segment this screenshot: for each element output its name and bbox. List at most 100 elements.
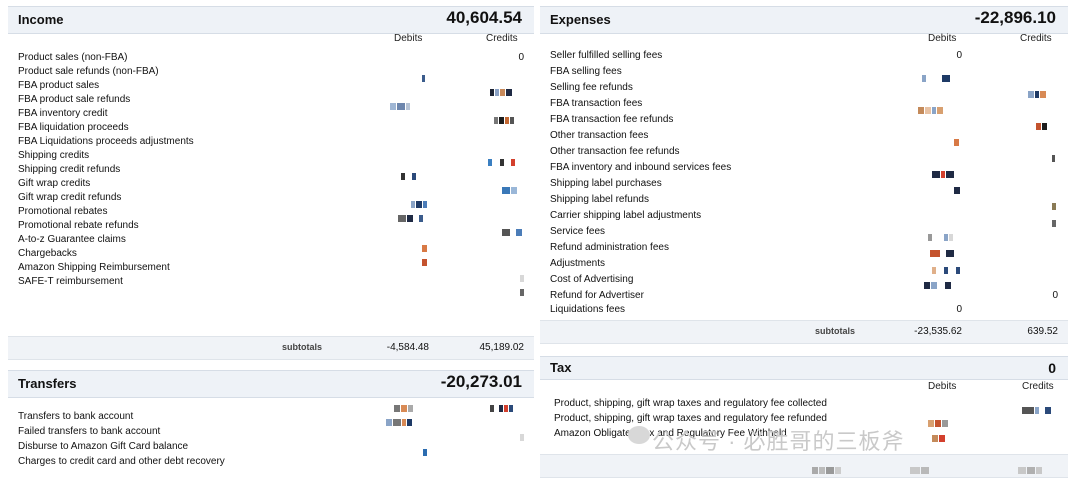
redacted-value	[520, 283, 525, 296]
tax-panel: Tax 0 Debits Credits Product, shipping, …	[540, 356, 1068, 482]
income-col-debits: Debits	[394, 33, 423, 44]
redacted-value	[1022, 401, 1052, 414]
income-panel: Income 40,604.54 Debits Credits Product …	[8, 6, 534, 360]
income-row: Promotional rebates	[18, 206, 108, 217]
redacted-value	[520, 269, 525, 282]
income-row: FBA product sale refunds	[18, 94, 131, 105]
redacted-value	[1052, 214, 1057, 227]
transfers-panel: Transfers -20,273.01 Transfers to bank a…	[8, 370, 534, 482]
expenses-col-debits: Debits	[928, 33, 957, 44]
income-row: A-to-z Guarantee claims	[18, 234, 126, 245]
expenses-row: Service fees	[550, 226, 606, 237]
income-title: Income	[18, 12, 64, 27]
income-row: FBA liquidation proceeds	[18, 122, 129, 133]
redacted-value	[411, 195, 428, 208]
expenses-subtotal-label: subtotals	[815, 326, 856, 336]
redacted-value	[922, 69, 951, 82]
redacted-value	[954, 133, 960, 146]
income-row: FBA inventory credit	[18, 108, 108, 119]
expenses-first-debit: 0	[956, 50, 962, 61]
redacted-value	[490, 399, 514, 412]
redacted-value	[502, 181, 518, 194]
redacted-value	[422, 239, 428, 252]
expenses-title: Expenses	[550, 12, 611, 27]
expenses-row: Liquidations fees	[550, 304, 626, 315]
expenses-subtotal-credits: 639.52	[1027, 326, 1058, 337]
income-first-credit: 0	[518, 52, 524, 63]
tax-col-credits: Credits	[1022, 381, 1054, 392]
income-row: Gift wrap credits	[18, 178, 91, 189]
redacted-value	[932, 429, 946, 442]
transfers-total: -20,273.01	[440, 372, 522, 391]
redacted-value	[502, 223, 523, 236]
tax-col-debits: Debits	[928, 381, 957, 392]
income-subtotal-label: subtotals	[282, 342, 323, 352]
income-row: FBA Liquidations proceeds adjustments	[18, 136, 194, 147]
income-row: Product sales (non-FBA)	[18, 52, 128, 63]
expenses-subtotal-debits: -23,535.62	[914, 326, 962, 337]
redacted-value	[390, 97, 411, 110]
tax-row: Product, shipping, gift wrap taxes and r…	[554, 413, 827, 424]
tax-row: Product, shipping, gift wrap taxes and r…	[554, 398, 827, 409]
expenses-col-credits: Credits	[1020, 33, 1052, 44]
income-total: 40,604.54	[446, 8, 522, 27]
expenses-row: FBA selling fees	[550, 66, 622, 77]
watermark-text: 公众号 · 必胜哥的三板斧	[652, 429, 905, 454]
redacted-value	[488, 153, 516, 166]
income-row: Promotional rebate refunds	[18, 220, 139, 231]
redacted-value	[386, 413, 413, 426]
redacted-value	[924, 276, 952, 289]
expenses-refund-adv-credit: 0	[1052, 290, 1058, 301]
redacted-value	[930, 244, 955, 257]
income-row: SAFE-T reimbursement	[18, 276, 123, 287]
expenses-row: Selling fee refunds	[550, 82, 633, 93]
redacted-value	[422, 69, 426, 82]
redacted-value	[398, 209, 424, 222]
tax-title: Tax	[550, 360, 572, 375]
expenses-row: Adjustments	[550, 258, 606, 269]
transfers-header: Transfers -20,273.01	[8, 370, 534, 398]
transfers-row: Disburse to Amazon Gift Card balance	[18, 441, 189, 452]
redacted-value	[918, 101, 944, 114]
expenses-header: Expenses -22,896.10	[540, 6, 1068, 34]
income-row: Amazon Shipping Reimbursement	[18, 262, 170, 273]
expenses-row: Other transaction fee refunds	[550, 146, 680, 157]
redacted-value	[422, 253, 428, 266]
tax-subtotal-band	[540, 454, 1068, 478]
income-subtotal-credits: 45,189.02	[479, 342, 525, 353]
expenses-row: FBA transaction fee refunds	[550, 114, 674, 125]
expenses-row: FBA transaction fees	[550, 98, 643, 109]
income-row: Shipping credit refunds	[18, 164, 121, 175]
redacted-value	[1028, 85, 1047, 98]
expenses-row: Shipping label refunds	[550, 194, 649, 205]
expenses-row: Shipping label purchases	[550, 178, 662, 189]
expenses-row: Seller fulfilled selling fees	[550, 50, 663, 61]
income-col-credits: Credits	[486, 33, 518, 44]
redacted-value	[394, 399, 414, 412]
income-row: Gift wrap credit refunds	[18, 192, 122, 203]
transfers-row: Charges to credit card and other debt re…	[18, 456, 225, 467]
redacted-value	[494, 111, 515, 124]
redacted-value	[401, 167, 417, 180]
redacted-value	[932, 261, 961, 274]
income-row: Product sale refunds (non-FBA)	[18, 66, 159, 77]
expenses-row: Carrier shipping label adjustments	[550, 210, 702, 221]
expenses-row: FBA inventory and inbound services fees	[550, 162, 732, 173]
income-row: Chargebacks	[18, 248, 77, 259]
expenses-liq-debit: 0	[956, 304, 962, 315]
redacted-value	[928, 228, 954, 241]
redacted-value	[1052, 197, 1057, 210]
income-row: FBA product sales	[18, 80, 100, 91]
redacted-value	[954, 181, 961, 194]
expenses-row: Other transaction fees	[550, 130, 649, 141]
redacted-value	[1052, 149, 1056, 162]
income-row: Shipping credits	[18, 150, 90, 161]
expenses-row: Cost of Advertising	[550, 274, 634, 285]
tax-header: Tax 0	[540, 356, 1068, 380]
redacted-value	[520, 428, 525, 441]
tax-total: 0	[1048, 360, 1056, 376]
expenses-row: Refund for Advertiser	[550, 290, 644, 301]
redacted-value	[812, 461, 842, 474]
income-subtotal-debits: -4,584.48	[386, 342, 429, 353]
expenses-panel: Expenses -22,896.10 Debits Credits Selle…	[540, 6, 1068, 344]
